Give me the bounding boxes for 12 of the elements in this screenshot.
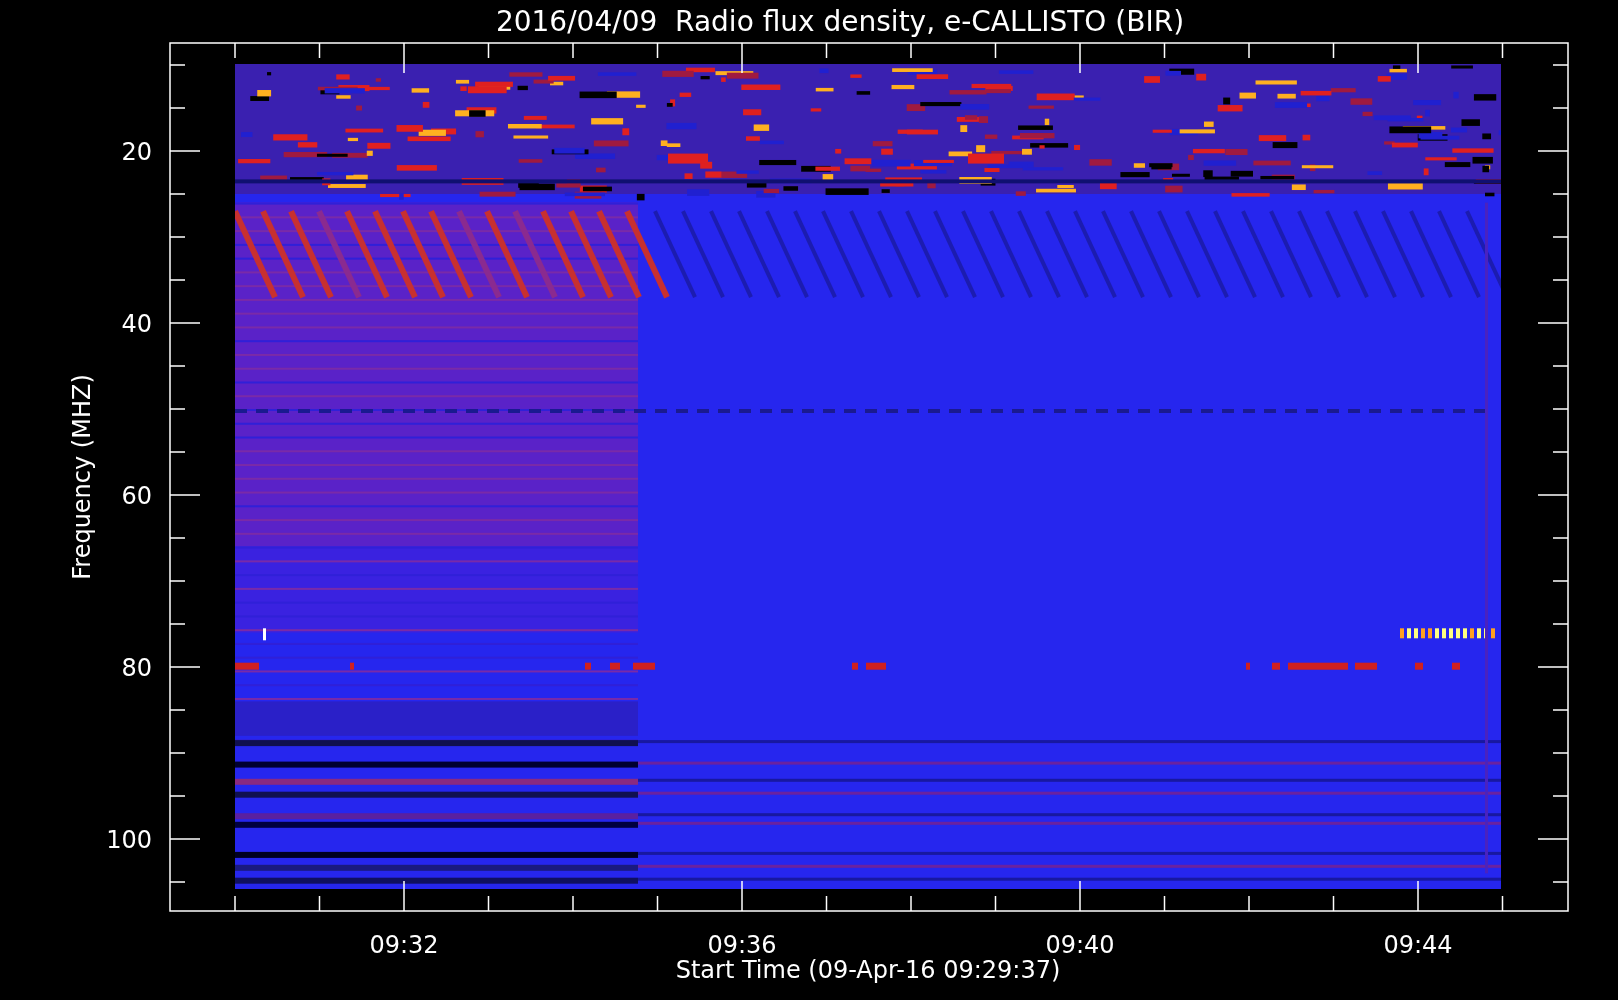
y-tick-label: 60 bbox=[121, 482, 152, 510]
y-axis-title: Frequency (MHZ) bbox=[68, 374, 96, 580]
y-tick-label: 40 bbox=[121, 310, 152, 338]
y-tick-label: 20 bbox=[121, 138, 152, 166]
x-tick-label: 09:40 bbox=[1045, 931, 1115, 959]
x-tick-label: 09:32 bbox=[369, 931, 439, 959]
x-tick-label: 09:44 bbox=[1383, 931, 1453, 959]
x-axis-title: Start Time (09-Apr-16 09:29:37) bbox=[675, 956, 1061, 984]
y-tick-label: 100 bbox=[106, 826, 152, 854]
y-tick-label: 80 bbox=[121, 654, 152, 682]
x-tick-label: 09:36 bbox=[707, 931, 777, 959]
chart-title: 2016/04/09 Radio flux density, e-CALLISTO (BIR) bbox=[495, 5, 1185, 38]
